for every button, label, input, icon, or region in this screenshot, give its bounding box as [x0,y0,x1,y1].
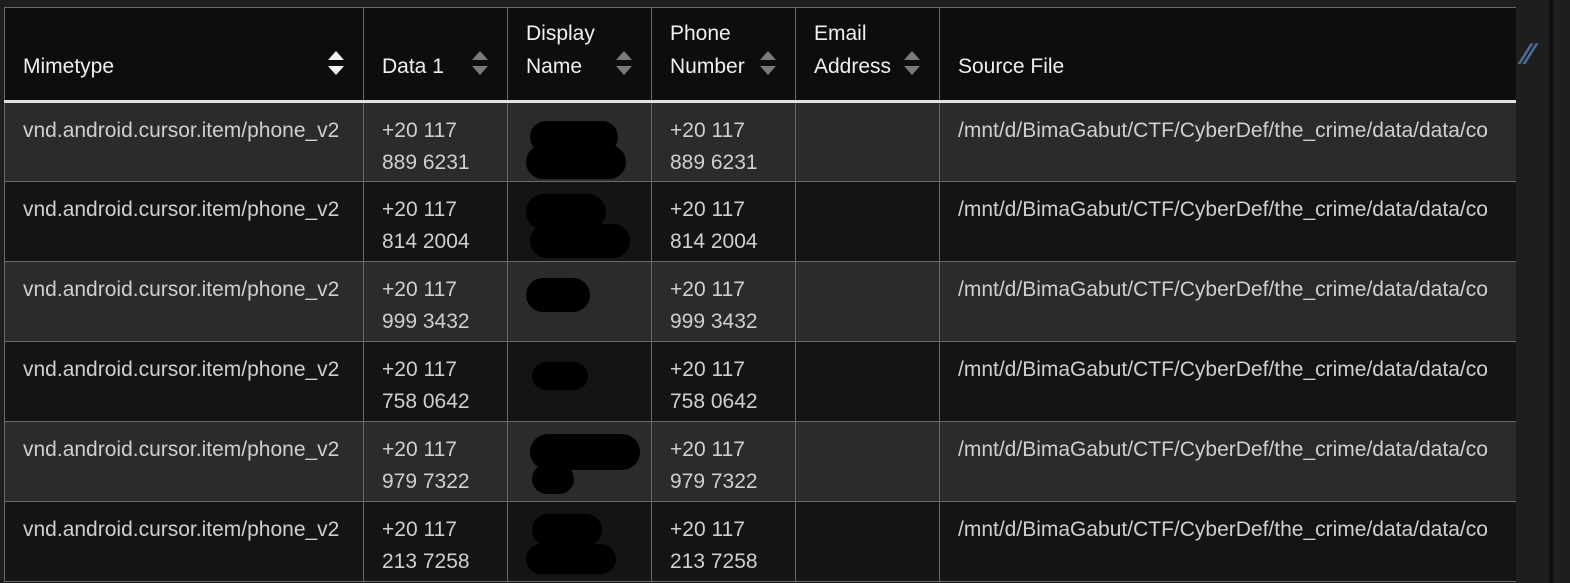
data1-text: +20 117 213 7258 [382,518,470,573]
header-email-address[interactable]: Email Address [795,7,940,103]
cell-email-address [795,181,940,262]
sort-arrows-icon[interactable] [615,51,633,75]
cell-display-name [507,181,652,262]
mimetype-text: vnd.android.cursor.item/phone_v2 [23,438,340,461]
phone-number-text: +20 117 999 3432 [670,278,758,333]
data1-text: +20 117 999 3432 [382,278,470,333]
header-source-file[interactable]: Source File [939,7,1516,103]
header-display-name[interactable]: Display Name [507,7,652,103]
mimetype-text: vnd.android.cursor.item/phone_v2 [23,358,340,381]
source-file-text: /mnt/d/BimaGabut/CTF/CyberDef/the_crime/… [958,278,1488,301]
cell-phone-number: +20 117 814 2004 [651,181,796,262]
phone-number-text: +20 117 889 6231 [670,119,758,174]
table-row[interactable]: vnd.android.cursor.item/phone_v2 +20 117 … [4,101,1516,182]
table-row[interactable]: vnd.android.cursor.item/phone_v2 +20 117 … [4,341,1516,422]
cell-phone-number: +20 117 999 3432 [651,261,796,342]
vertical-scrollbar[interactable] [1549,0,1553,583]
cell-mimetype: vnd.android.cursor.item/phone_v2 [4,101,364,182]
cell-mimetype: vnd.android.cursor.item/phone_v2 [4,341,364,422]
redaction-mark [526,434,640,500]
cell-email-address [795,101,940,182]
cell-source-file: /mnt/d/BimaGabut/CTF/CyberDef/the_crime/… [939,261,1516,342]
data-table-container: Mimetype Data 1 Display Name Phone Numbe… [4,7,1516,583]
sort-arrows-icon[interactable] [759,51,777,75]
cell-phone-number: +20 117 979 7322 [651,421,796,502]
data1-text: +20 117 889 6231 [382,119,470,174]
cell-source-file: /mnt/d/BimaGabut/CTF/CyberDef/the_crime/… [939,101,1516,182]
mimetype-text: vnd.android.cursor.item/phone_v2 [23,278,340,301]
header-label: Email Address [814,22,892,78]
source-file-text: /mnt/d/BimaGabut/CTF/CyberDef/the_crime/… [958,358,1488,381]
redaction-mark [526,354,636,420]
cell-email-address [795,261,940,342]
sort-arrows-icon[interactable] [903,51,921,75]
cell-display-name [507,341,652,422]
phone-number-text: +20 117 758 0642 [670,358,758,413]
redaction-mark [526,194,636,260]
cell-phone-number: +20 117 758 0642 [651,341,796,422]
mimetype-text: vnd.android.cursor.item/phone_v2 [23,198,340,221]
cell-display-name [507,101,652,182]
cell-display-name [507,421,652,502]
header-label: Source File [958,55,1065,78]
header-phone-number[interactable]: Phone Number [651,7,796,103]
table-row[interactable]: vnd.android.cursor.item/phone_v2 +20 117 … [4,181,1516,262]
cell-source-file: /mnt/d/BimaGabut/CTF/CyberDef/the_crime/… [939,181,1516,262]
cell-source-file: /mnt/d/BimaGabut/CTF/CyberDef/the_crime/… [939,421,1516,502]
cell-mimetype: vnd.android.cursor.item/phone_v2 [4,261,364,342]
cell-data1: +20 117 814 2004 [363,181,508,262]
cell-phone-number: +20 117 213 7258 [651,501,796,582]
cell-data1: +20 117 979 7322 [363,421,508,502]
source-file-text: /mnt/d/BimaGabut/CTF/CyberDef/the_crime/… [958,119,1488,142]
table-row[interactable]: vnd.android.cursor.item/phone_v2 +20 117 … [4,261,1516,342]
mimetype-text: vnd.android.cursor.item/phone_v2 [23,518,340,541]
redaction-mark [526,274,636,340]
cell-data1: +20 117 213 7258 [363,501,508,582]
cell-data1: +20 117 758 0642 [363,341,508,422]
header-label: Display Name [526,22,595,78]
cell-data1: +20 117 999 3432 [363,261,508,342]
header-label: Phone Number [670,22,745,78]
table-header-row: Mimetype Data 1 Display Name Phone Numbe… [4,7,1516,103]
cell-mimetype: vnd.android.cursor.item/phone_v2 [4,501,364,582]
source-file-text: /mnt/d/BimaGabut/CTF/CyberDef/the_crime/… [958,438,1488,461]
cell-email-address [795,501,940,582]
header-label: Mimetype [23,55,115,78]
source-file-text: /mnt/d/BimaGabut/CTF/CyberDef/the_crime/… [958,518,1488,541]
pen-icon[interactable]: ∕∕ [1508,30,1548,80]
cell-data1: +20 117 889 6231 [363,101,508,182]
header-label: Data 1 [382,55,444,78]
data1-text: +20 117 979 7322 [382,438,470,493]
phone-number-text: +20 117 213 7258 [670,518,758,573]
contacts-table: Mimetype Data 1 Display Name Phone Numbe… [4,7,1516,582]
redaction-mark [526,115,636,181]
data1-text: +20 117 814 2004 [382,198,470,253]
redaction-mark [526,514,636,580]
sort-arrows-icon[interactable] [471,51,489,75]
source-file-text: /mnt/d/BimaGabut/CTF/CyberDef/the_crime/… [958,198,1488,221]
cell-email-address [795,421,940,502]
cell-display-name [507,501,652,582]
table-row[interactable]: vnd.android.cursor.item/phone_v2 +20 117 … [4,501,1516,582]
header-data1[interactable]: Data 1 [363,7,508,103]
cell-source-file: /mnt/d/BimaGabut/CTF/CyberDef/the_crime/… [939,501,1516,582]
cell-mimetype: vnd.android.cursor.item/phone_v2 [4,421,364,502]
cell-phone-number: +20 117 889 6231 [651,101,796,182]
phone-number-text: +20 117 979 7322 [670,438,758,493]
cell-mimetype: vnd.android.cursor.item/phone_v2 [4,181,364,262]
header-mimetype[interactable]: Mimetype [4,7,364,103]
cell-source-file: /mnt/d/BimaGabut/CTF/CyberDef/the_crime/… [939,341,1516,422]
mimetype-text: vnd.android.cursor.item/phone_v2 [23,119,340,142]
sort-arrows-icon[interactable] [327,51,345,75]
cell-display-name [507,261,652,342]
app-frame: Mimetype Data 1 Display Name Phone Numbe… [0,0,1570,583]
table-row[interactable]: vnd.android.cursor.item/phone_v2 +20 117 … [4,421,1516,502]
phone-number-text: +20 117 814 2004 [670,198,758,253]
cell-email-address [795,341,940,422]
data1-text: +20 117 758 0642 [382,358,470,413]
